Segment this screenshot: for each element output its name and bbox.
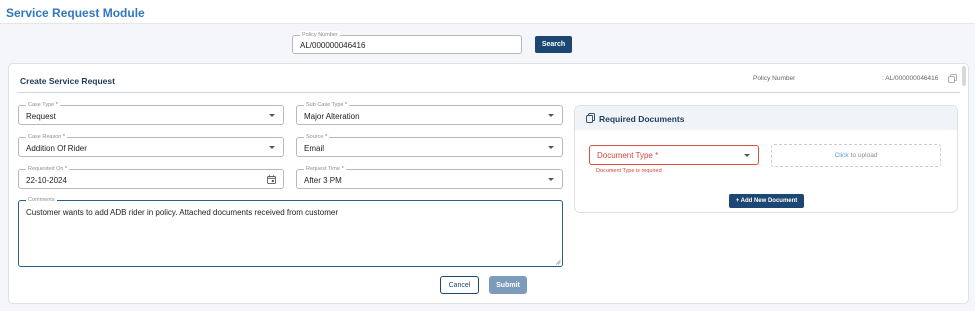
upload-text: to upload [850,152,878,159]
upload-click-link[interactable]: Click [835,152,849,159]
requested-on-label: Requested On * [26,165,70,173]
source-label: Source * [304,133,330,141]
requested-on-value: 22-10-2024 [26,176,67,185]
request-time-value: After 3 PM [304,176,342,185]
policy-number-label: Policy Number [753,75,796,82]
document-type-error: Document Type is required [596,168,662,174]
submit-button[interactable]: Submit [489,276,527,294]
case-type-label: Case Type * [26,101,60,109]
case-reason-select[interactable]: Case Reason * Addition Of Rider [18,133,284,157]
sub-case-type-label: Sub Case Type * [304,101,350,109]
request-time-label: Request Time * [304,165,346,173]
required-documents-title: Required Documents [599,114,685,124]
resize-handle-icon[interactable] [555,259,561,265]
copy-icon[interactable] [948,74,957,83]
required-documents-header: Required Documents [575,106,957,130]
chevron-down-icon [269,114,275,117]
card-divider [17,92,960,93]
cancel-button[interactable]: Cancel [440,276,479,294]
page-header: Service Request Module [0,0,975,24]
source-select[interactable]: Source * Email [296,133,563,157]
document-type-placeholder: Document Type * [597,151,659,160]
case-type-select[interactable]: Case Type * Request [18,101,284,125]
policy-search-value: AL/000000046416 [300,41,366,50]
calendar-icon[interactable] [267,175,276,184]
sub-case-type-select[interactable]: Sub Case Type * Major Alteration [296,101,563,125]
document-type-select[interactable]: Document Type * [589,145,759,165]
comments-label: Comments [26,196,57,204]
policy-search-field[interactable]: Policy Number AL/000000046416 [292,31,522,54]
chevron-down-icon [269,146,275,149]
chevron-down-icon [548,114,554,117]
comments-textarea[interactable]: Comments Customer wants to add ADB rider… [18,196,563,267]
policy-search-label: Policy Number [300,31,340,39]
documents-icon [586,113,595,123]
page-title: Service Request Module [6,6,145,20]
add-new-document-button[interactable]: + Add New Document [729,194,804,208]
sub-case-type-value: Major Alteration [304,112,360,121]
chevron-down-icon [548,178,554,181]
policy-number-value: : AL/000000046416 [882,75,939,82]
source-value: Email [304,144,325,153]
case-reason-value: Addition Of Rider [26,144,87,153]
upload-dropzone[interactable]: Click to upload [771,144,941,167]
case-reason-label: Case Reason * [26,133,67,141]
comments-value: Customer wants to add ADB rider in polic… [26,208,338,217]
chevron-down-icon [548,146,554,149]
request-time-select[interactable]: Request Time * After 3 PM [296,165,563,189]
scrollbar[interactable] [962,66,966,86]
search-button[interactable]: Search [535,36,572,53]
requested-on-date-field[interactable]: Requested On * 22-10-2024 [18,165,284,189]
chevron-down-icon [744,154,750,157]
case-type-value: Request [26,112,56,121]
card-title: Create Service Request [20,76,115,86]
